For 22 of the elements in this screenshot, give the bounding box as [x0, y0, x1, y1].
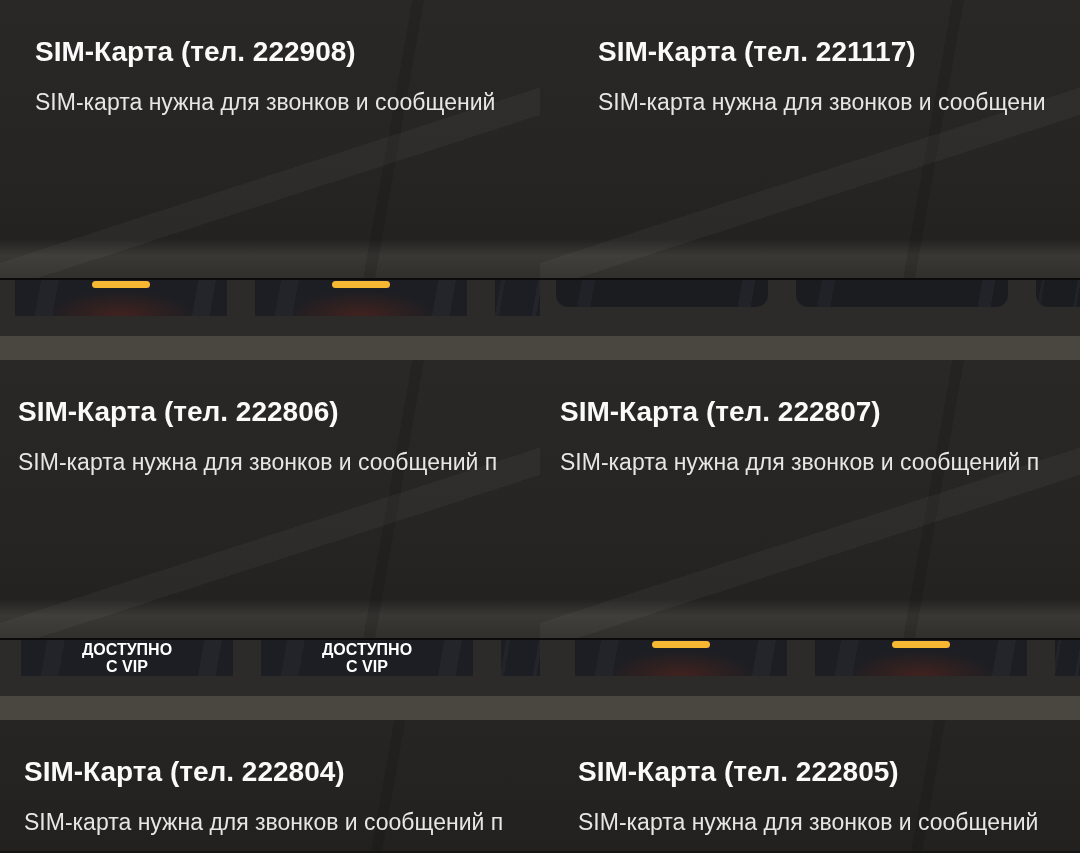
item-slot[interactable]	[15, 280, 227, 316]
item-slot[interactable]: ДОСТУПНО С VIP	[21, 640, 233, 676]
indicator-icon	[892, 641, 950, 648]
item-title: SIM-Карта (тел. 222805)	[578, 755, 900, 789]
item-slot[interactable]: ДОСТУПНО С VIP	[261, 640, 473, 676]
item-title: SIM-Карта (тел. 222908)	[35, 35, 357, 69]
item-slot[interactable]	[575, 640, 787, 676]
item-slot[interactable]	[815, 640, 1027, 676]
item-title: SIM-Карта (тел. 221117)	[598, 35, 917, 69]
item-description: SIM-карта нужна для звонков и сообщений п	[18, 448, 499, 477]
item-title: SIM-Карта (тел. 222807)	[560, 395, 882, 429]
item-title: SIM-Карта (тел. 222806)	[18, 395, 340, 429]
item-description: SIM-карта нужна для звонков и сообщени	[598, 88, 1047, 117]
item-description: SIM-карта нужна для звонков и сообщений	[578, 808, 1040, 837]
indicator-icon	[92, 281, 150, 288]
indicator-icon	[332, 281, 390, 288]
item-description: SIM-карта нужна для звонков и сообщений п	[560, 448, 1041, 477]
item-title: SIM-Карта (тел. 222804)	[24, 755, 346, 789]
item-description: SIM-карта нужна для звонков и сообщений п	[24, 808, 505, 837]
indicator-icon	[652, 641, 710, 648]
item-description: SIM-карта нужна для звонков и сообщений	[35, 88, 497, 117]
item-slot[interactable]	[255, 280, 467, 316]
